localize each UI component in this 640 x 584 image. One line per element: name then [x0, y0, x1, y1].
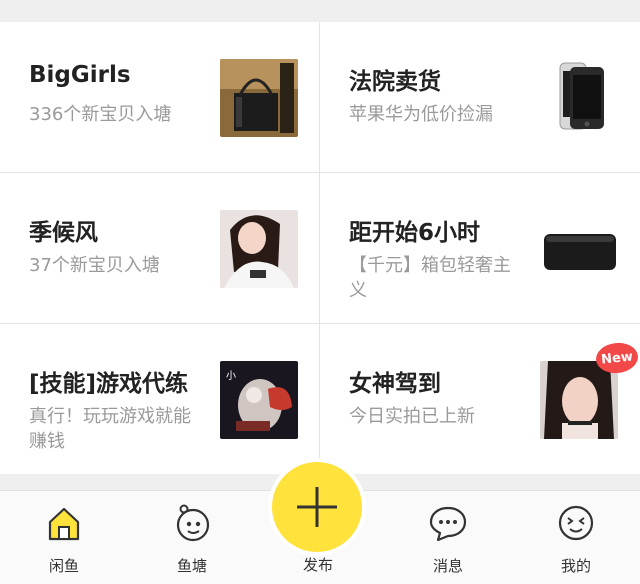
house-icon: [44, 503, 84, 543]
tab-me[interactable]: 我的: [526, 491, 626, 584]
pond-grid: BigGirls 336个新宝贝入塘 法院卖货 苹果华为低价捡漏 季候风 37个…: [0, 22, 640, 474]
pond-row: [技能]游戏代练 真行！玩玩游戏就能赚钱 小 女神驾到 今日实拍已上新 New: [0, 324, 640, 474]
plus-icon: [297, 487, 337, 527]
pond-subtitle: 苹果华为低价捡漏: [349, 104, 493, 125]
pond-card[interactable]: [技能]游戏代练 真行！玩玩游戏就能赚钱 小: [0, 324, 319, 474]
chat-bubble-icon: [428, 503, 468, 543]
tab-label: 我的: [560, 557, 591, 575]
pond-title: BigGirls: [29, 62, 131, 88]
tab-messages[interactable]: 消息: [398, 491, 498, 584]
pond-card[interactable]: 法院卖货 苹果华为低价捡漏: [320, 22, 639, 172]
publish-circle: [272, 462, 362, 552]
pond-card[interactable]: BigGirls 336个新宝贝入塘: [0, 22, 319, 172]
tab-label: 闲鱼: [48, 557, 79, 575]
pond-subtitle: 37个新宝贝入塘: [29, 255, 160, 276]
tab-label: 鱼塘: [176, 557, 207, 575]
pond-row: BigGirls 336个新宝贝入塘 法院卖货 苹果华为低价捡漏: [0, 22, 640, 172]
fish-pond-icon: [172, 503, 212, 543]
pond-title: 法院卖货: [349, 69, 441, 95]
girl-thumbnail: [220, 210, 298, 288]
pond-card[interactable]: 女神驾到 今日实拍已上新 New: [320, 324, 640, 474]
publish-button[interactable]: 发布: [270, 462, 370, 583]
face-icon: [556, 503, 596, 543]
pond-card[interactable]: 距开始6小时 【千元】箱包轻奢主义: [320, 173, 639, 323]
phone-thumbnail: [540, 59, 618, 137]
pond-title: 女神驾到: [349, 371, 441, 397]
pond-subtitle: 真行！玩玩游戏就能赚钱: [29, 406, 191, 452]
pond-title: [技能]游戏代练: [29, 371, 189, 397]
tab-label: 消息: [432, 557, 463, 575]
pond-subtitle: 336个新宝贝入塘: [29, 104, 172, 125]
game-thumbnail: 小: [220, 361, 298, 439]
selfie-thumbnail: [540, 361, 618, 439]
pond-subtitle: 今日实拍已上新: [349, 406, 475, 427]
pond-title: 季候风: [29, 220, 98, 246]
tab-home[interactable]: 闲鱼: [14, 491, 114, 584]
pond-card[interactable]: 季候风 37个新宝贝入塘: [0, 173, 319, 323]
handbag-thumbnail: [220, 59, 298, 137]
svg-text:小: 小: [226, 370, 236, 382]
pond-row: 季候风 37个新宝贝入塘 距开始6小时 【千元】箱包轻奢主义: [0, 173, 640, 323]
tab-label: 发布: [302, 556, 333, 574]
tab-pond[interactable]: 鱼塘: [142, 491, 242, 584]
pond-subtitle: 【千元】箱包轻奢主义: [349, 255, 511, 301]
pond-title: 距开始6小时: [349, 220, 481, 246]
wallet-thumbnail: [540, 210, 618, 288]
